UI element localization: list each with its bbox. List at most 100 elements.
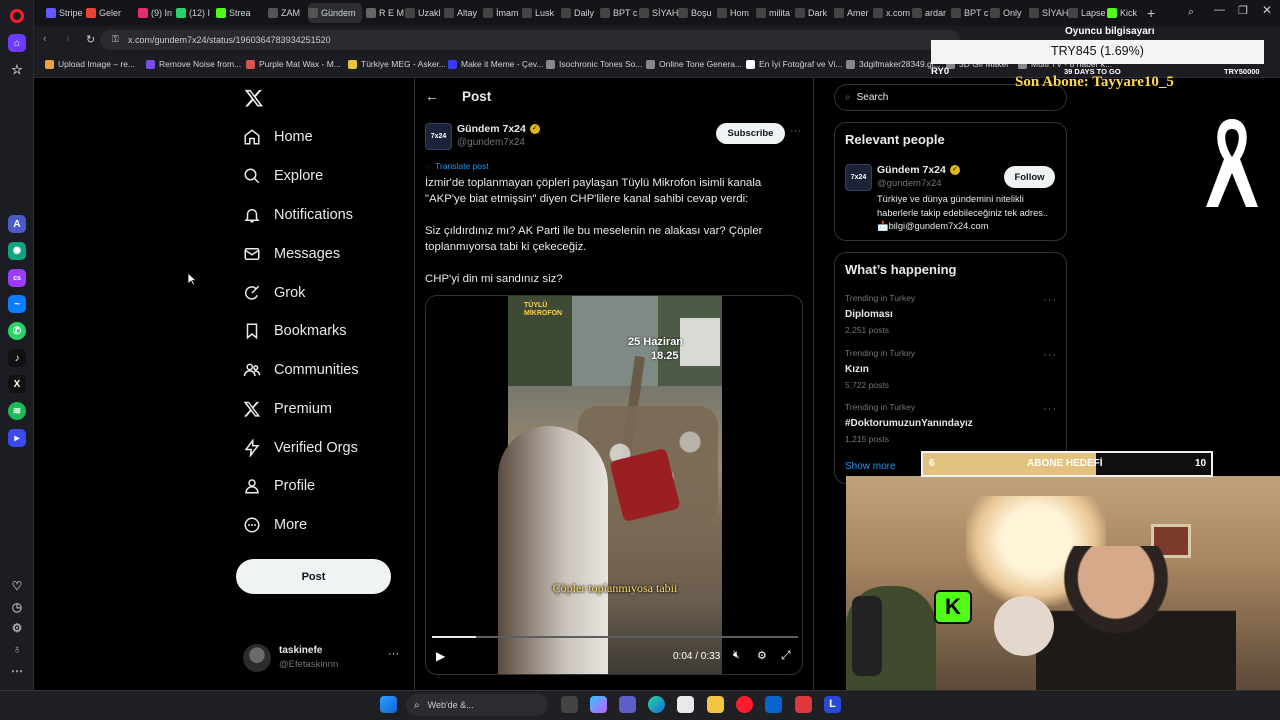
fullscreen-icon[interactable]: ⤢ bbox=[781, 648, 791, 663]
mute-icon[interactable]: 🔇︎ bbox=[733, 649, 740, 662]
trend-item[interactable]: Trending in Turkey Diploması 2,251 posts bbox=[845, 293, 915, 335]
outlook-icon[interactable] bbox=[765, 696, 782, 713]
browser-tab[interactable]: Only bbox=[990, 3, 1030, 23]
star-icon[interactable]: ☆ bbox=[8, 61, 26, 79]
browser-tab[interactable]: Hom bbox=[717, 3, 757, 23]
explorer-icon[interactable] bbox=[707, 696, 724, 713]
browser-tab[interactable]: BPT c bbox=[600, 3, 640, 23]
settings-icon[interactable]: ⚙ bbox=[757, 649, 767, 662]
browser-tab[interactable]: x.com bbox=[873, 3, 913, 23]
copilot-icon[interactable] bbox=[590, 696, 607, 713]
nav-item-explore[interactable]: Explore bbox=[243, 163, 323, 189]
translate-link[interactable]: ◌ Translate post bbox=[425, 161, 489, 171]
opera-icon[interactable] bbox=[736, 696, 753, 713]
browser-tab[interactable]: Dark bbox=[795, 3, 835, 23]
bookmark-item[interactable]: Purple Mat Wax - M... bbox=[246, 59, 341, 69]
browser-tab[interactable]: ardar bbox=[912, 3, 952, 23]
more-icon[interactable]: ⋯ bbox=[8, 662, 26, 680]
nav-item-notifications[interactable]: Notifications bbox=[243, 202, 353, 228]
account-switcher[interactable]: taskinefe @Efetaskinnn ··· bbox=[243, 644, 403, 676]
browser-tab[interactable]: milita bbox=[756, 3, 796, 23]
url-field[interactable]: ⚿ x.com/gundem7x24/status/19603647839342… bbox=[100, 30, 960, 50]
browser-tab[interactable]: Amer bbox=[834, 3, 874, 23]
bookmark-item[interactable]: Remove Noise from... bbox=[146, 59, 241, 69]
tweet-more-icon[interactable]: ··· bbox=[790, 125, 801, 137]
browser-tab[interactable]: Boşu bbox=[678, 3, 718, 23]
browser-tab[interactable]: Uzakl bbox=[405, 3, 445, 23]
browser-tab[interactable]: SİYAH bbox=[639, 3, 679, 23]
tiktok-icon[interactable]: ♪ bbox=[8, 349, 26, 367]
chatgpt-icon[interactable]: ✺ bbox=[8, 242, 26, 260]
trend-more-icon[interactable]: ··· bbox=[1043, 403, 1057, 415]
show-more-link[interactable]: Show more bbox=[845, 461, 896, 472]
back-arrow-icon[interactable]: ← bbox=[425, 88, 439, 104]
aria-icon[interactable]: A bbox=[8, 215, 26, 233]
browser-tab[interactable]: (12) I bbox=[176, 3, 216, 23]
play-icon[interactable]: ▶ bbox=[436, 649, 445, 663]
x-icon[interactable]: X bbox=[8, 375, 26, 393]
relevant-name[interactable]: Gündem 7x24 bbox=[877, 164, 946, 176]
player-icon[interactable]: ▸ bbox=[8, 429, 26, 447]
minimize-button[interactable]: — bbox=[1214, 4, 1225, 16]
teams-icon[interactable] bbox=[619, 696, 636, 713]
heart-icon[interactable]: ♡ bbox=[8, 577, 26, 595]
browser-tab[interactable]: Lusk bbox=[522, 3, 562, 23]
messenger-icon[interactable]: ~ bbox=[8, 295, 26, 313]
bookmark-item[interactable]: Upload Image – re... bbox=[45, 59, 135, 69]
bookmark-item[interactable]: Türkiye MEG - Asker... bbox=[348, 59, 446, 69]
edge-icon[interactable] bbox=[648, 696, 665, 713]
taskbar-search[interactable]: ⌕ Web'de &... bbox=[406, 694, 548, 716]
home-icon[interactable]: ⌂ bbox=[8, 34, 26, 52]
browser-tab[interactable]: BPT c bbox=[951, 3, 991, 23]
relevant-avatar[interactable]: 7x24 bbox=[845, 164, 872, 191]
browser-tab[interactable]: R E M bbox=[366, 3, 406, 23]
bulb-icon[interactable]: ♁ bbox=[8, 640, 26, 658]
close-window-button[interactable]: ✕ bbox=[1262, 3, 1272, 17]
nav-item-premium[interactable]: Premium bbox=[243, 396, 332, 422]
trend-more-icon[interactable]: ··· bbox=[1043, 294, 1057, 306]
spotify-icon[interactable]: ≋ bbox=[8, 402, 26, 420]
restore-button[interactable]: ❐ bbox=[1238, 4, 1248, 17]
browser-tab[interactable]: Lapse bbox=[1068, 3, 1108, 23]
search-tabs-icon[interactable]: ⌕ bbox=[1188, 6, 1194, 19]
nav-item-bookmarks[interactable]: Bookmarks bbox=[243, 318, 347, 344]
post-button[interactable]: Post bbox=[236, 559, 391, 594]
history-icon[interactable]: ◷ bbox=[8, 598, 26, 616]
nav-item-home[interactable]: Home bbox=[243, 124, 313, 150]
bookmark-item[interactable]: Make it Meme - Çev... bbox=[448, 59, 544, 69]
nav-item-profile[interactable]: Profile bbox=[243, 473, 315, 499]
browser-tab[interactable]: Kick bbox=[1107, 3, 1147, 23]
nav-item-messages[interactable]: Messages bbox=[243, 241, 340, 267]
bookmark-item[interactable]: Online Tone Genera... bbox=[646, 59, 742, 69]
site-info-icon[interactable]: ⚿ bbox=[112, 34, 119, 45]
start-icon[interactable] bbox=[380, 696, 397, 713]
reload-icon[interactable]: ↻ bbox=[86, 33, 95, 46]
video-progress-track[interactable] bbox=[432, 636, 798, 638]
store-icon[interactable] bbox=[677, 696, 694, 713]
whatsapp-icon[interactable]: ✆ bbox=[8, 322, 26, 340]
nav-item-communities[interactable]: Communities bbox=[243, 357, 359, 383]
browser-tab[interactable]: Daily bbox=[561, 3, 601, 23]
back-icon[interactable]: ‹ bbox=[43, 33, 47, 45]
author-avatar[interactable]: 7x24 bbox=[425, 123, 452, 150]
browser-tab[interactable]: Strea bbox=[216, 3, 256, 23]
trend-more-icon[interactable]: ··· bbox=[1043, 349, 1057, 361]
more-icon[interactable]: ··· bbox=[388, 648, 399, 660]
nav-item-verified-orgs[interactable]: Verified Orgs bbox=[243, 435, 358, 461]
author-handle[interactable]: @gundem7x24 bbox=[457, 137, 525, 148]
nav-item-grok[interactable]: Grok bbox=[243, 280, 305, 306]
settings-icon[interactable]: ⚙ bbox=[8, 619, 26, 637]
task-view-icon[interactable] bbox=[561, 696, 578, 713]
browser-tab[interactable]: Stripe bbox=[46, 3, 86, 23]
browser-tab[interactable]: Geler bbox=[86, 3, 126, 23]
video-player[interactable]: TÜYLÜ MİKROFON 25 Haziran 18.25 Çöpler t… bbox=[425, 295, 803, 675]
trend-item[interactable]: Trending in Turkey #DoktorumuzunYanındayı… bbox=[845, 402, 973, 444]
nav-item-more[interactable]: More bbox=[243, 512, 307, 538]
new-tab-button[interactable]: + bbox=[1147, 5, 1155, 21]
forward-icon[interactable]: › bbox=[66, 33, 70, 45]
browser-tab[interactable]: (9) In bbox=[138, 3, 178, 23]
subscribe-button[interactable]: Subscribe bbox=[716, 123, 785, 144]
browser-tab[interactable]: İmam bbox=[483, 3, 523, 23]
bookmark-item[interactable]: 3dgifmaker28349.gi... bbox=[846, 59, 941, 69]
app-l-icon[interactable]: L bbox=[824, 696, 841, 713]
